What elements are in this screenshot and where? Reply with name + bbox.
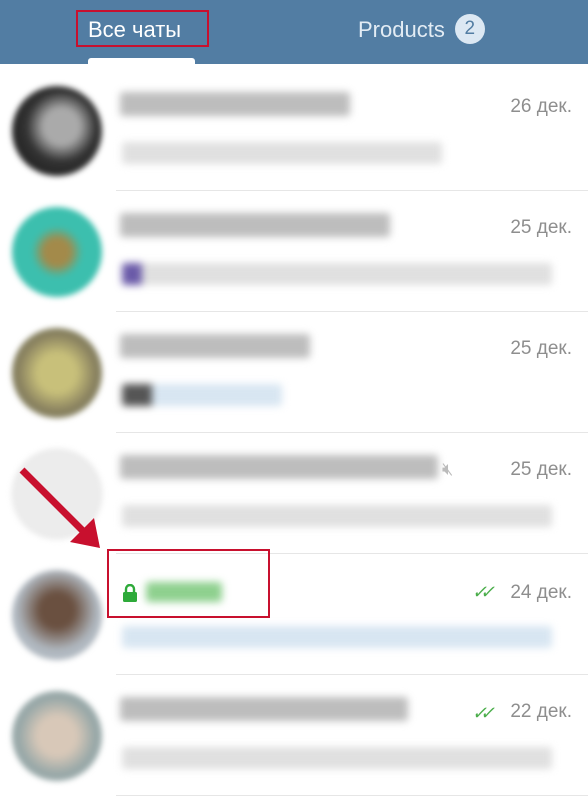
chat-row[interactable]: 25 дек. [0,191,588,312]
chat-row[interactable]: ✓✓ 22 дек. [0,675,588,796]
active-tab-indicator [88,58,195,64]
chat-date: 22 дек. [510,701,572,722]
avatar [12,449,102,539]
chat-preview-blurred [122,263,552,285]
chat-date: 26 дек. [510,96,572,117]
tab-products[interactable]: Products 2 [358,14,485,46]
chat-name-blurred [120,334,310,358]
avatar [12,207,102,297]
chat-date: 24 дек. [510,582,572,603]
chat-name-blurred [120,455,438,479]
avatar [12,570,102,660]
avatar [12,328,102,418]
read-checks-icon: ✓✓ [471,582,495,602]
chat-name-blurred [120,213,390,237]
chat-row[interactable]: 🔇︎ 25 дек. [0,433,588,554]
chat-preview-blurred [122,747,552,769]
chat-row-secret[interactable]: ✓✓ 24 дек. [0,554,588,675]
muted-icon: 🔇︎ [442,459,454,479]
chat-preview-blurred [122,505,552,527]
chat-date: 25 дек. [510,338,572,359]
chat-name-blurred [120,92,350,116]
chat-date: 25 дек. [510,217,572,238]
highlight-box-secret-chat [107,549,270,618]
avatar [12,691,102,781]
chat-preview-blurred [122,142,442,164]
chat-date: 25 дек. [510,459,572,480]
tab-products-label: Products [358,17,445,42]
chat-row[interactable]: 26 дек. [0,70,588,191]
chat-name-blurred [120,697,408,721]
avatar [12,86,102,176]
chat-preview-blurred [122,384,282,406]
top-bar: Все чаты Products 2 [0,0,588,64]
chat-row[interactable]: 25 дек. [0,312,588,433]
read-checks-icon: ✓✓ [471,703,495,723]
highlight-box-tab [76,10,209,47]
chat-preview-blurred [122,626,552,648]
divider [116,795,588,796]
unread-badge: 2 [454,14,485,45]
